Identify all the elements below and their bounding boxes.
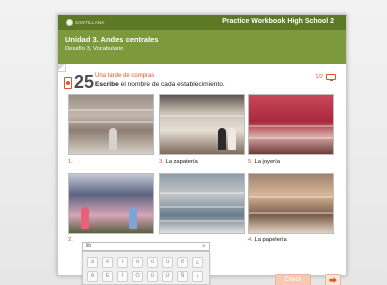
item-number: 3.: [159, 159, 164, 165]
key-e-acute[interactable]: é: [102, 257, 113, 268]
item-answer: La papelería: [254, 237, 287, 243]
accent-keyboard: á é í ó ú ü ñ ¿ Á É Í Ó Ú Ü Ñ ¡: [82, 251, 210, 285]
instruction-text: el nombre de cada establecimiento.: [118, 81, 225, 88]
key-a-acute[interactable]: á: [87, 257, 98, 268]
key-inverted-question[interactable]: ¿: [192, 257, 203, 268]
item-answer: La joyería: [254, 159, 280, 165]
page-indicator[interactable]: 1/2: [315, 74, 336, 81]
key-N-tilde[interactable]: Ñ: [177, 271, 188, 282]
key-U-acute[interactable]: Ú: [147, 271, 158, 282]
key-o-acute[interactable]: ó: [132, 257, 143, 268]
item-number: 1.: [68, 159, 73, 165]
caption-5: 5. La joyería: [248, 159, 280, 165]
key-E-acute[interactable]: É: [102, 271, 113, 282]
caption-2: 2.: [68, 237, 73, 243]
activity-header: 25 Una tarde de compras Escribe el nombr…: [64, 71, 342, 95]
caption-1: 1.: [68, 159, 73, 165]
workbook-window: SANTILLANA Practice Workbook High School…: [57, 14, 347, 285]
app-header: SANTILLANA Practice Workbook High School…: [58, 15, 346, 30]
item-answer: La zapatería: [165, 159, 198, 165]
photo-library: [159, 173, 245, 234]
screen-icon[interactable]: [326, 74, 336, 81]
brand-icon: [66, 19, 73, 26]
brand-logo: SANTILLANA: [66, 18, 105, 27]
close-icon[interactable]: ×: [202, 244, 206, 250]
app-title: Practice Workbook High School 2: [222, 18, 334, 25]
key-u-acute[interactable]: ú: [147, 257, 158, 268]
check-button[interactable]: Check: [275, 274, 311, 285]
photo-stationery-store: [248, 173, 334, 234]
item-number: 4.: [248, 237, 253, 243]
activity-number: 25: [74, 72, 95, 92]
key-inverted-exclamation[interactable]: ¡: [192, 271, 203, 282]
key-n-tilde[interactable]: ñ: [177, 257, 188, 268]
unit-title: Unidad 3. Andes centrales: [65, 35, 159, 44]
key-A-acute[interactable]: Á: [87, 271, 98, 282]
key-u-umlaut[interactable]: ü: [162, 257, 173, 268]
key-i-acute[interactable]: í: [117, 257, 128, 268]
caption-4: 4. La papelería: [248, 237, 287, 243]
brand-name: SANTILLANA: [75, 20, 105, 25]
photo-bookstore: [68, 94, 154, 155]
item-number: 5.: [248, 159, 253, 165]
answer-input[interactable]: lib: [82, 242, 210, 251]
activity-instruction: Escribe el nombre de cada establecimient…: [95, 81, 225, 88]
unit-subtitle: Desafío 3, Vocabulario: [65, 46, 124, 52]
page-counter: 1/2: [315, 74, 323, 80]
photo-shoe-store: [159, 94, 245, 155]
activity-title: Una tarde de compras: [95, 73, 155, 79]
unit-header: Unidad 3. Andes centrales Desafío 3, Voc…: [58, 30, 346, 64]
caption-3: 3. La zapatería: [159, 159, 198, 165]
photo-jewelry-store: [248, 94, 334, 155]
photo-clothing-store: [68, 173, 154, 234]
key-U-umlaut[interactable]: Ü: [162, 271, 173, 282]
item-number: 2.: [68, 237, 73, 243]
book-icon: [64, 77, 72, 89]
arrow-icon[interactable]: ⮕: [325, 274, 341, 285]
key-I-acute[interactable]: Í: [117, 271, 128, 282]
key-O-acute[interactable]: Ó: [132, 271, 143, 282]
instruction-verb: Escribe: [95, 81, 119, 88]
